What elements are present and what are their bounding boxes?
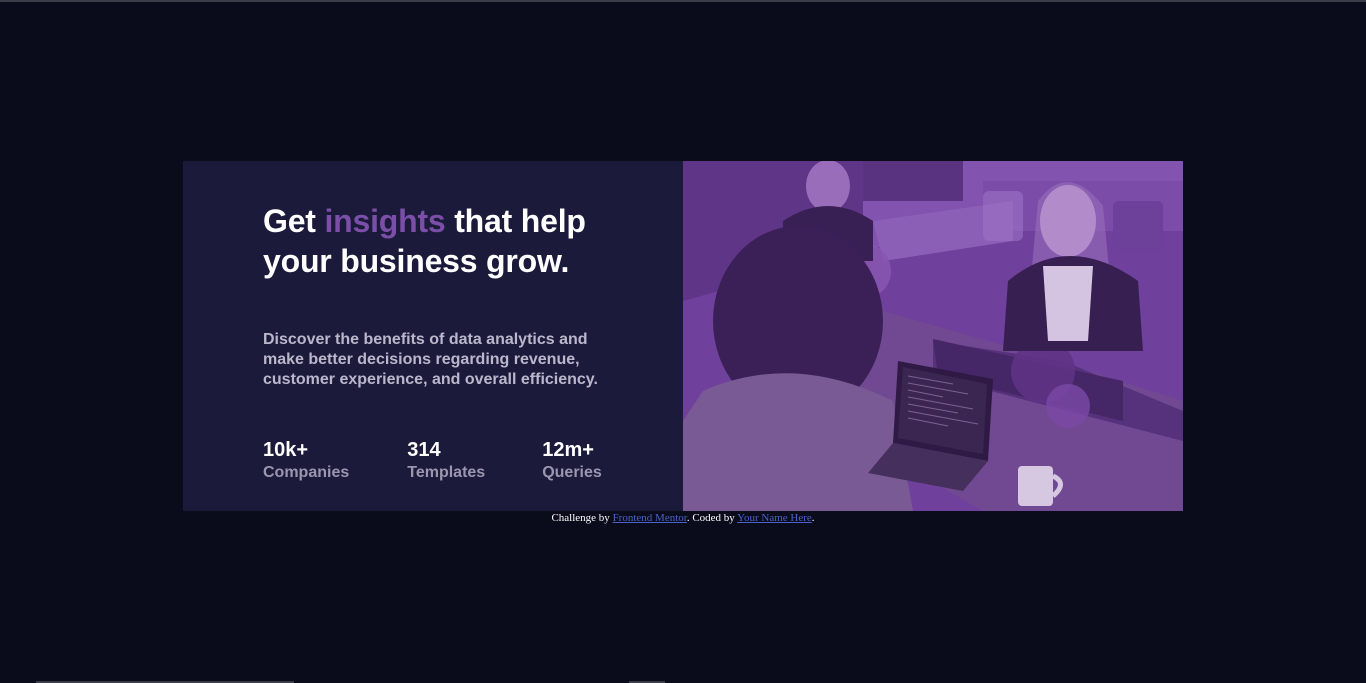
stat-label: Templates [407, 464, 486, 481]
card-headline: Get insights that help your business gro… [263, 201, 623, 281]
stats-row: 10k+ Companies 314 Templates 12m+ Querie… [263, 438, 660, 484]
stat-value: 314 [407, 439, 441, 461]
office-photo-illustration [683, 161, 1183, 511]
stat-value: 12m+ [542, 439, 594, 461]
attribution-suffix: . [811, 512, 815, 524]
stat-value: 10k+ [263, 439, 309, 461]
attribution-middle: . Coded by [686, 512, 738, 524]
headline-prefix: Get [263, 203, 325, 239]
stat-label: Companies [263, 464, 350, 481]
window-top-border [0, 0, 1366, 2]
stat-queries: 12m+ Queries [542, 438, 602, 484]
headline-accent-word: insights [324, 203, 446, 239]
stats-preview-card: Get insights that help your business gro… [183, 161, 1183, 511]
attribution-prefix: Challenge by [551, 512, 613, 524]
frontend-mentor-link[interactable]: Frontend Mentor [613, 512, 687, 524]
stat-label: Queries [542, 464, 602, 481]
stat-companies: 10k+ Companies [263, 438, 349, 484]
author-link[interactable]: Your Name Here [737, 512, 812, 524]
card-text-panel: Get insights that help your business gro… [183, 161, 683, 511]
stat-templates: 314 Templates [407, 438, 485, 484]
attribution-footer: Challenge by Frontend Mentor. Coded by Y… [0, 511, 1366, 525]
office-team-image [683, 161, 1183, 511]
card-description: Discover the benefits of data analytics … [263, 331, 598, 388]
